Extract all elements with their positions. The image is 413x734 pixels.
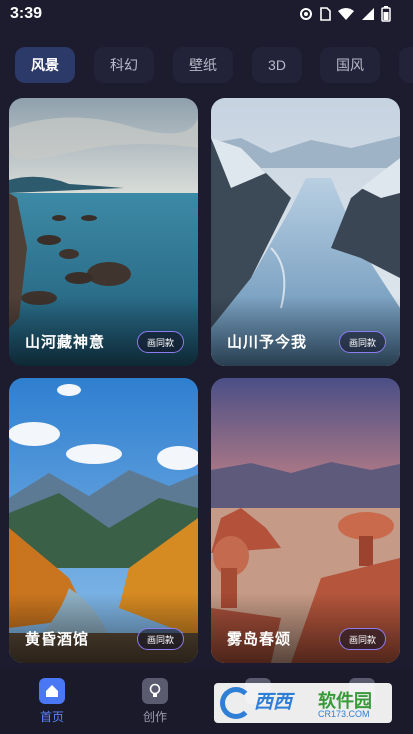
- bulb-icon: [142, 678, 168, 704]
- tab-3d[interactable]: 3D: [252, 47, 302, 83]
- status-icons: [299, 6, 391, 27]
- same-style-button[interactable]: 画同款: [338, 331, 386, 353]
- home-icon: [39, 678, 65, 704]
- tab-guofeng[interactable]: 国风: [320, 47, 380, 83]
- card-title: 雾岛春颂: [227, 631, 292, 648]
- battery-icon: [381, 6, 391, 27]
- tab-scenery[interactable]: 风景: [15, 47, 75, 83]
- watermark-logo: 西西 软件园 CR173.COM: [214, 683, 392, 723]
- settings-status-icon: [299, 7, 313, 26]
- watermark-brand: 西西: [254, 692, 293, 713]
- tab-scifi[interactable]: 科幻: [94, 47, 154, 83]
- same-style-button[interactable]: 画同款: [136, 331, 184, 353]
- card-title: 山河藏神意: [25, 334, 106, 351]
- sim-icon: [319, 7, 331, 26]
- card-title: 黄昏酒馆: [25, 631, 90, 648]
- wifi-icon: [337, 7, 355, 26]
- nav-home[interactable]: 首页: [22, 678, 82, 725]
- artwork-card[interactable]: 山河藏神意 画同款: [9, 98, 198, 366]
- watermark-ring-icon: [220, 687, 252, 719]
- status-time: 3:39: [10, 5, 43, 22]
- artwork-card[interactable]: 黄昏酒馆 画同款: [9, 378, 198, 663]
- nav-create-label: 创作: [142, 710, 167, 724]
- nav-home-label: 首页: [39, 710, 64, 724]
- artwork-grid: 山河藏神意 画同款 山川予今我 画同款 黄昏酒馆 画同款 雾岛春颂 画同款: [0, 92, 413, 668]
- same-style-button[interactable]: 画同款: [136, 628, 184, 650]
- watermark-domain: CR173.COM: [318, 709, 370, 719]
- status-bar: 3:39: [0, 0, 413, 30]
- tab-more[interactable]: [399, 47, 413, 83]
- nav-create[interactable]: 创作: [125, 678, 185, 725]
- tab-wallpaper[interactable]: 壁纸: [173, 47, 233, 83]
- same-style-button[interactable]: 画同款: [338, 628, 386, 650]
- category-tabs: 风景 科幻 壁纸 3D 国风: [0, 44, 413, 86]
- artwork-card[interactable]: 山川予今我 画同款: [211, 98, 400, 366]
- card-title: 山川予今我: [227, 334, 308, 351]
- signal-icon: [361, 7, 375, 26]
- artwork-card[interactable]: 雾岛春颂 画同款: [211, 378, 400, 663]
